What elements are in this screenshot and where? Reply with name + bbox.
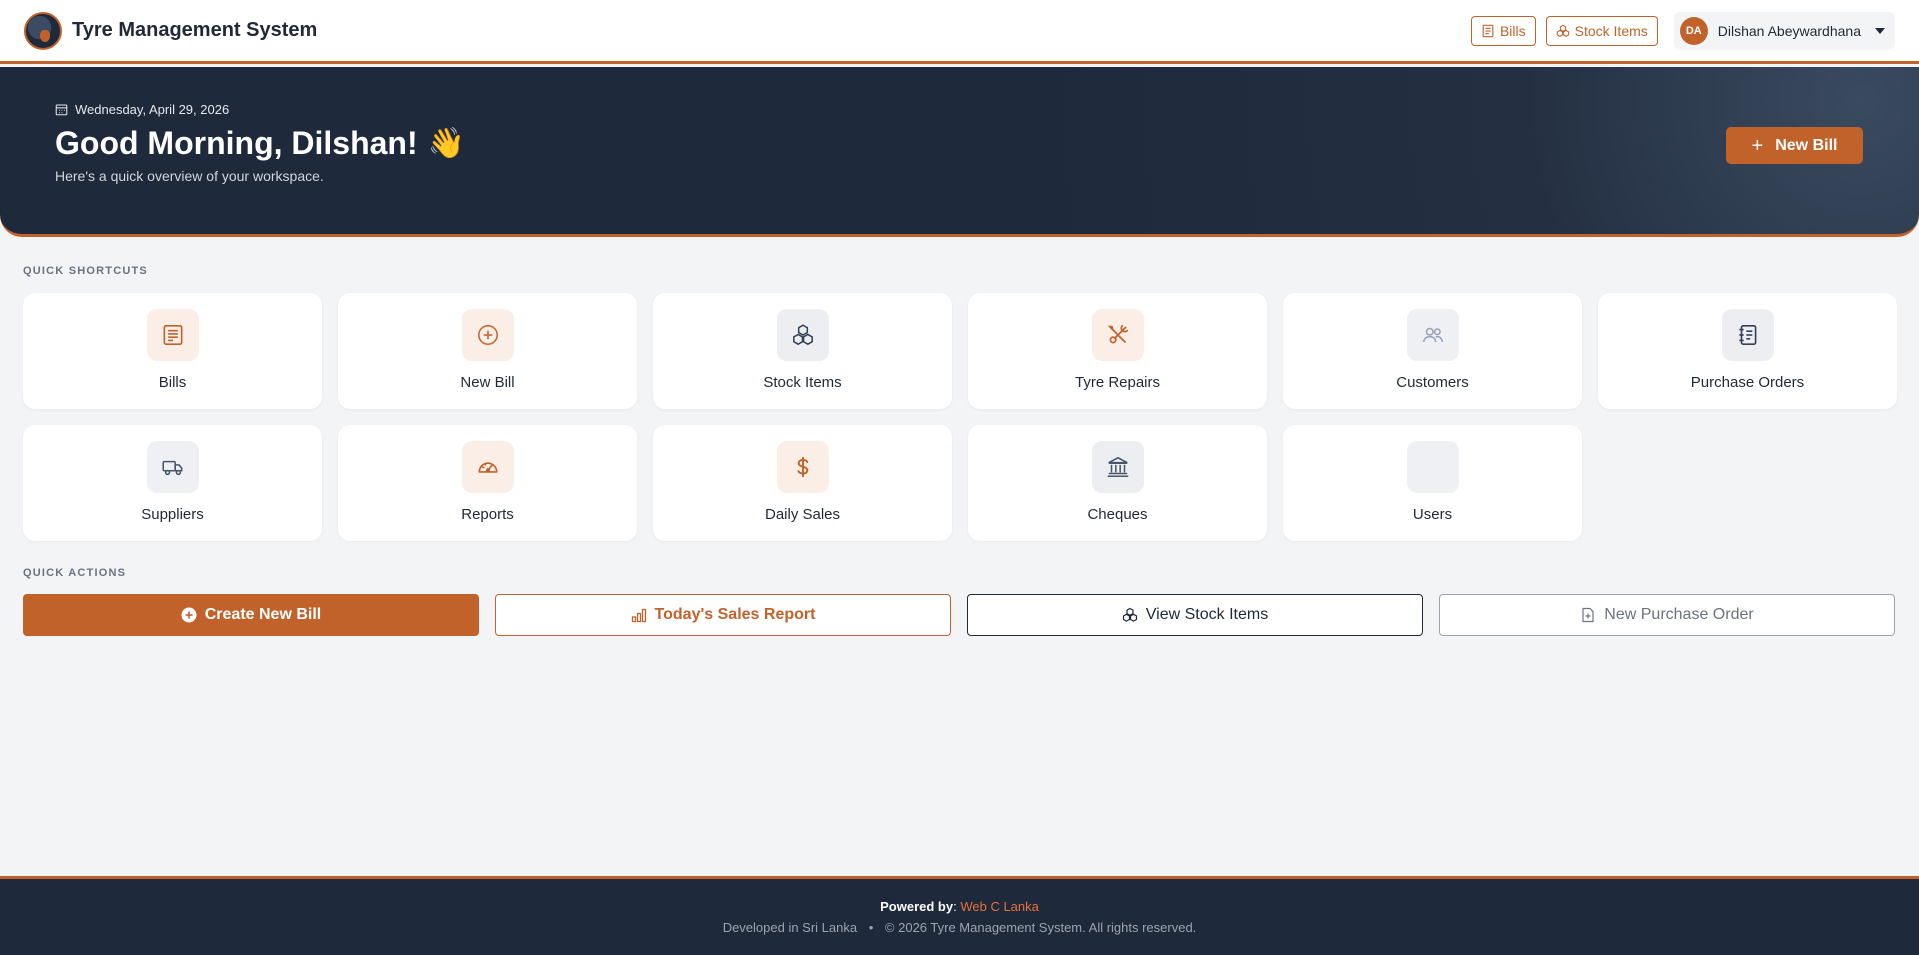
shortcut-reports[interactable]: Reports [338,425,637,541]
shortcut-label: Tyre Repairs [1074,374,1161,391]
footer-bullet: • [868,920,874,935]
bank-icon [1091,441,1144,493]
calendar-icon [55,104,68,116]
user-menu[interactable]: DA Dilshan Abeywardhana [1673,11,1895,50]
date-text: Wednesday, April 29, 2026 [75,102,230,117]
plus-circle-icon [181,607,197,623]
shortcut-purchase-orders[interactable]: Purchase Orders [1598,293,1897,409]
shortcuts-grid: Bills New Bill Stock Items Tyre Repairs … [23,293,1897,541]
receipt-icon [1482,24,1494,37]
powered-by-separator: : [953,899,957,914]
users-icon [1406,441,1459,493]
bar-chart-icon [631,608,646,623]
shortcut-customers[interactable]: Customers [1283,293,1582,409]
brand[interactable]: Tyre Management System [24,11,318,50]
sales-report-button[interactable]: Today's Sales Report [495,594,951,636]
speedometer-icon [461,441,514,493]
web-c-lanka-link[interactable]: Web C Lanka [960,899,1039,914]
sales-report-label: Today's Sales Report [654,606,816,623]
shortcut-label: Purchase Orders [1690,374,1805,391]
shortcut-label: Reports [461,506,514,523]
shortcut-label: Cheques [1087,506,1148,523]
people-icon [1406,309,1459,361]
quick-actions: Create New Bill Today's Sales Report Vie… [23,594,1896,636]
shortcut-daily-sales[interactable]: Daily Sales [653,425,952,541]
greeting-text: Good Morning, Dilshan! [55,125,418,161]
view-stock-items-label: View Stock Items [1145,606,1269,623]
footer: Powered by: Web C Lanka Developed in Sri… [0,876,1919,955]
top-navbar: Tyre Management System Bills Stock Items… [0,0,1919,64]
boxes-icon [776,309,829,361]
powered-by: Powered by: Web C Lanka [880,899,1039,914]
chevron-down-icon [1875,27,1885,34]
truck-icon [146,441,199,493]
file-plus-icon [1582,607,1594,623]
footer-credits: Developed in Sri Lanka • © 2026 Tyre Man… [723,920,1197,935]
copyright-text: © 2026 Tyre Management System. All right… [884,920,1197,935]
shortcut-stock-items[interactable]: Stock Items [653,293,952,409]
nav-stock-button[interactable]: Stock Items [1545,15,1658,46]
plus-circle-icon [461,309,514,361]
shortcut-label: Suppliers [141,506,204,523]
new-purchase-order-button[interactable]: New Purchase Order [1439,594,1895,636]
actions-heading: QUICK ACTIONS [23,567,127,579]
welcome-banner: Wednesday, April 29, 2026 Good Morning, … [0,67,1919,237]
greeting-subtitle: Here's a quick overview of your workspac… [55,168,324,184]
shortcut-label: Users [1412,506,1453,523]
shortcut-bills[interactable]: Bills [23,293,322,409]
new-bill-label: New Bill [1775,136,1838,154]
shortcut-cheques[interactable]: Cheques [968,425,1267,541]
shortcuts-heading: QUICK SHORTCUTS [23,265,148,277]
developed-text: Developed in Sri Lanka [722,920,858,935]
logo-icon [24,11,62,50]
boxes-icon [1122,607,1137,622]
new-bill-button[interactable]: + New Bill [1726,127,1863,164]
nav-bills-button[interactable]: Bills [1470,15,1536,46]
receipt-icon [146,309,199,361]
shortcut-label: New Bill [460,374,515,391]
create-new-bill-button[interactable]: Create New Bill [23,594,479,636]
shortcut-label: Bills [158,374,187,391]
powered-by-label: Powered by [880,899,954,914]
navbar-actions: Bills Stock Items DA Dilshan Abeywardhan… [1470,11,1895,50]
new-purchase-order-label: New Purchase Order [1604,606,1754,623]
wave-icon: 👋 [427,127,465,160]
nav-bills-label: Bills [1499,22,1526,39]
shortcut-users[interactable]: Users [1283,425,1582,541]
app-title: Tyre Management System [72,19,318,41]
tools-icon [1091,309,1144,361]
view-stock-items-button[interactable]: View Stock Items [967,594,1423,636]
shortcut-label: Stock Items [763,374,842,391]
shortcut-label: Customers [1396,374,1469,391]
shortcut-label: Daily Sales [764,506,841,523]
shortcut-new-bill[interactable]: New Bill [338,293,637,409]
shortcut-tyre-repairs[interactable]: Tyre Repairs [968,293,1267,409]
boxes-icon [1556,24,1569,37]
shortcut-suppliers[interactable]: Suppliers [23,425,322,541]
avatar: DA [1679,16,1708,45]
create-new-bill-label: Create New Bill [204,606,322,623]
nav-stock-label: Stock Items [1574,22,1648,39]
dollar-icon [776,441,829,493]
current-date: Wednesday, April 29, 2026 [55,102,1864,117]
journal-icon [1721,309,1774,361]
plus-icon: + [1751,134,1764,157]
user-name: Dilshan Abeywardhana [1717,22,1861,39]
greeting-heading: Good Morning, Dilshan! 👋 [55,125,1864,162]
